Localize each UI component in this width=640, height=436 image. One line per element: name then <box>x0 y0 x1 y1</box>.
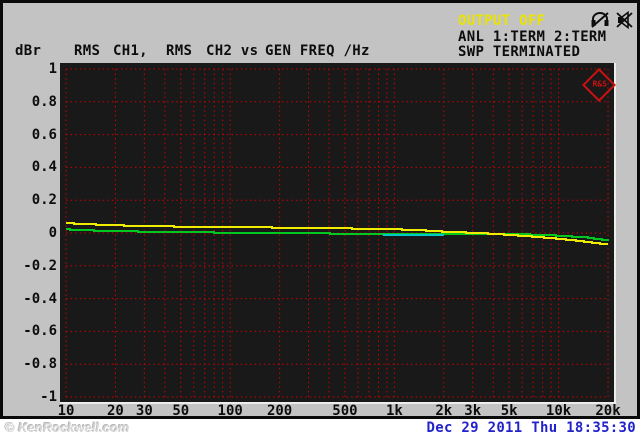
monitor-icons <box>590 11 636 29</box>
y-tick-label: 1 <box>48 61 57 77</box>
watermark: © KenRockwell.com <box>5 420 130 435</box>
speaker-muted-icon <box>616 11 633 29</box>
y-tick-label: 0.8 <box>31 93 57 110</box>
y-tick-label: -0.8 <box>23 356 57 373</box>
header-x-quantity: GEN FREQ /Hz <box>265 43 370 59</box>
x-tick-label: 10 <box>57 403 75 419</box>
y-tick-label: 0.6 <box>31 126 57 143</box>
analyzer-screenshot: OUTPUT OFF ANL 1:TERM 2:TERM SWP TERMINA… <box>0 0 640 436</box>
x-tick-label: 50 <box>172 403 190 419</box>
y-tick-label: 0 <box>48 225 57 241</box>
sweep-status: SWP TERMINATED <box>458 44 581 60</box>
y-tick-label: -0.4 <box>23 290 57 307</box>
headphones-muted-icon <box>591 12 609 28</box>
x-tick-label: 200 <box>266 403 293 419</box>
x-tick-label: 100 <box>217 403 243 419</box>
instrument-screen: OUTPUT OFF ANL 1:TERM 2:TERM SWP TERMINA… <box>0 0 640 419</box>
x-tick-label: 5k <box>500 403 518 419</box>
y-tick-label: -0.6 <box>23 323 57 340</box>
y-tick-label: -0.2 <box>23 257 57 274</box>
x-tick-label: 500 <box>332 403 358 419</box>
frequency-response-chart <box>65 68 609 398</box>
footer-strip: © KenRockwell.com Dec 29 2011 Thu 18:35:… <box>0 419 640 436</box>
output-off-status: OUTPUT OFF <box>458 13 546 29</box>
x-tick-label: 10k <box>545 403 572 419</box>
y-tick-label: 0.4 <box>31 159 57 176</box>
x-tick-label: 1k <box>385 403 403 419</box>
y-tick-label: -1 <box>40 389 57 405</box>
header-func-ch2: RMS <box>166 43 193 59</box>
chart-plot-area: R&S <box>60 63 616 404</box>
y-unit-label: dBr <box>15 43 42 59</box>
y-tick-label: 0.2 <box>31 192 57 209</box>
header-func-ch1: RMS <box>74 43 101 59</box>
header-ch2-vs: CH2 vs <box>206 43 259 59</box>
header-ch1: CH1, <box>113 43 148 59</box>
x-tick-label: 20k <box>595 403 621 419</box>
rs-logo-text: R&S <box>592 79 607 89</box>
date-time-stamp: Dec 29 2011 Thu 18:35:30 <box>426 420 636 436</box>
analyzer-status: ANL 1:TERM 2:TERM <box>458 29 607 45</box>
